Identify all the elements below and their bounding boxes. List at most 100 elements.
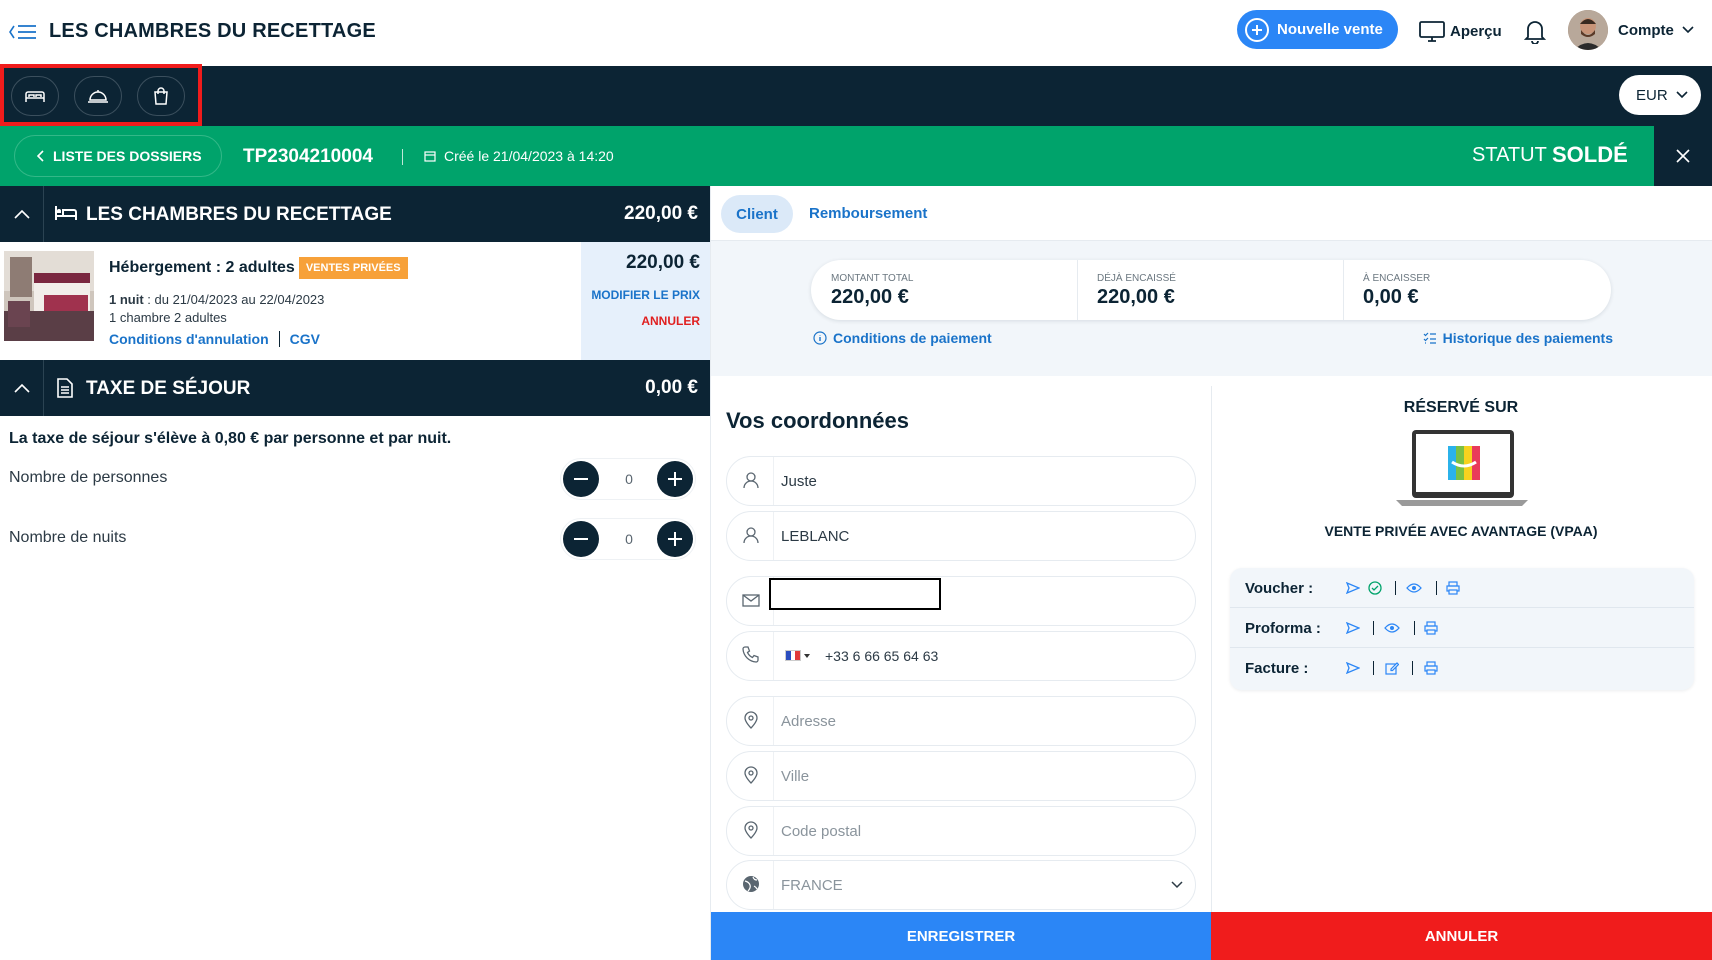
hotel-bed-button[interactable] bbox=[11, 76, 59, 116]
tab-refund[interactable]: Remboursement bbox=[809, 205, 927, 222]
save-button[interactable]: ENREGISTRER bbox=[711, 912, 1211, 960]
print-icon[interactable] bbox=[1424, 621, 1438, 635]
due-amount-value: 0,00 € bbox=[1363, 286, 1419, 308]
cancel-button[interactable]: ANNULER bbox=[1211, 912, 1712, 960]
last-name-value: LEBLANC bbox=[781, 528, 850, 545]
proforma-label: Proforma : bbox=[1245, 620, 1321, 637]
eye-icon[interactable] bbox=[1406, 582, 1422, 594]
phone-field[interactable]: +33 6 66 65 64 63 bbox=[726, 631, 1196, 681]
preview-label: Aperçu bbox=[1450, 22, 1502, 40]
country-code-selector[interactable] bbox=[785, 650, 810, 661]
location-pin-icon bbox=[741, 710, 761, 730]
separator bbox=[1414, 621, 1415, 635]
plus-circle-icon bbox=[1245, 17, 1269, 42]
monitor-icon bbox=[1418, 19, 1446, 43]
payment-history-link[interactable]: Historique des paiements bbox=[1423, 330, 1613, 346]
address-field[interactable]: Adresse bbox=[726, 696, 1196, 746]
account-label: Compte bbox=[1618, 21, 1674, 39]
due-amount-label: À ENCAISSER bbox=[1363, 273, 1431, 284]
cgv-link[interactable]: CGV bbox=[290, 331, 320, 347]
total-amount-label: MONTANT TOTAL bbox=[831, 273, 914, 284]
field-separator bbox=[773, 807, 774, 855]
check-circle-icon bbox=[1368, 581, 1382, 595]
tab-client[interactable]: Client bbox=[721, 195, 793, 233]
collected-amount-cell: DÉJÀ ENCAISSÉ 220,00 € bbox=[1097, 273, 1176, 309]
separator bbox=[1373, 621, 1374, 635]
edit-icon[interactable] bbox=[1385, 661, 1399, 675]
hotel-section-title: LES CHAMBRES DU RECETTAGE bbox=[86, 204, 392, 225]
item-price: 220,00 € bbox=[626, 252, 700, 273]
field-separator bbox=[773, 457, 774, 505]
close-folder-button[interactable] bbox=[1654, 126, 1712, 186]
product-toolbar: EUR bbox=[0, 64, 1712, 126]
increment-button[interactable] bbox=[657, 461, 693, 497]
cancel-item-link[interactable]: ANNULER bbox=[641, 314, 700, 328]
user-icon bbox=[741, 470, 761, 490]
payment-history-label: Historique des paiements bbox=[1442, 330, 1613, 346]
email-field[interactable] bbox=[726, 576, 1196, 626]
item-title: Hébergement : 2 adultes bbox=[109, 259, 295, 276]
item-price-panel: 220,00 € MODIFIER LE PRIX ANNULER bbox=[581, 242, 710, 360]
payment-conditions-link[interactable]: Conditions de paiement bbox=[813, 330, 992, 346]
send-icon[interactable] bbox=[1346, 622, 1360, 634]
first-name-value: Juste bbox=[781, 473, 817, 490]
collapse-toggle[interactable] bbox=[0, 186, 44, 242]
last-name-field[interactable]: LEBLANC bbox=[726, 511, 1196, 561]
field-separator bbox=[773, 752, 774, 800]
hotel-item: Hébergement : 2 adultes VENTES PRIVÉES 1… bbox=[0, 242, 710, 360]
field-separator bbox=[773, 632, 774, 680]
hotel-section-header[interactable]: LES CHAMBRES DU RECETTAGE 220,00 € bbox=[0, 186, 710, 242]
email-value-box[interactable] bbox=[769, 578, 941, 610]
status-label: STATUT bbox=[1472, 144, 1547, 166]
room-photo bbox=[4, 251, 94, 341]
voucher-row: Voucher : bbox=[1230, 568, 1694, 608]
send-icon[interactable] bbox=[1346, 582, 1360, 594]
top-header: LES CHAMBRES DU RECETTAGE Nouvelle vente… bbox=[0, 0, 1712, 66]
restaurant-cloche-button[interactable] bbox=[74, 76, 122, 116]
laptop-logo bbox=[1390, 428, 1534, 510]
increment-button[interactable] bbox=[657, 521, 693, 557]
folder-status-bar: LISTE DES DOSSIERS TP2304210004 Créé le … bbox=[0, 126, 1712, 186]
print-icon[interactable] bbox=[1446, 581, 1460, 595]
nights-count: 1 nuit bbox=[109, 292, 144, 307]
tax-section-header[interactable]: TAXE DE SÉJOUR 0,00 € bbox=[0, 360, 710, 416]
zip-code-placeholder: Code postal bbox=[781, 823, 862, 840]
preview-button[interactable]: Aperçu bbox=[1418, 18, 1502, 44]
city-field[interactable]: Ville bbox=[726, 751, 1196, 801]
account-menu[interactable]: Compte bbox=[1568, 10, 1694, 50]
field-separator bbox=[773, 697, 774, 745]
notifications-bell-icon[interactable] bbox=[1524, 18, 1546, 44]
voucher-label: Voucher : bbox=[1245, 580, 1314, 597]
send-icon[interactable] bbox=[1346, 662, 1360, 674]
field-separator bbox=[773, 512, 774, 560]
back-to-folders-button[interactable]: LISTE DES DOSSIERS bbox=[14, 135, 222, 177]
eye-icon[interactable] bbox=[1384, 622, 1400, 634]
collapse-toggle[interactable] bbox=[0, 360, 44, 416]
bed-icon bbox=[54, 204, 78, 222]
cancel-conditions-link[interactable]: Conditions d'annulation bbox=[109, 331, 269, 347]
phone-value: +33 6 66 65 64 63 bbox=[825, 648, 939, 664]
menu-toggle-icon[interactable] bbox=[8, 22, 38, 42]
country-select[interactable]: FRANCE bbox=[726, 860, 1196, 910]
modify-price-link[interactable]: MODIFIER LE PRIX bbox=[591, 288, 700, 302]
page-title: LES CHAMBRES DU RECETTAGE bbox=[49, 20, 376, 42]
documents-card: Voucher : Proforma : Facture : bbox=[1230, 568, 1694, 690]
tax-section-total: 0,00 € bbox=[645, 377, 698, 398]
collected-amount-label: DÉJÀ ENCAISSÉ bbox=[1097, 273, 1176, 284]
chevron-up-icon bbox=[13, 383, 30, 393]
zip-code-field[interactable]: Code postal bbox=[726, 806, 1196, 856]
currency-selector[interactable]: EUR bbox=[1619, 75, 1701, 115]
new-sale-button[interactable]: Nouvelle vente bbox=[1237, 10, 1398, 49]
france-flag-icon bbox=[785, 650, 801, 661]
contact-title: Vos coordonnées bbox=[726, 408, 909, 433]
print-icon[interactable] bbox=[1424, 661, 1438, 675]
info-icon bbox=[813, 331, 827, 345]
checklist-icon bbox=[1423, 331, 1437, 345]
item-links: Conditions d'annulation CGV bbox=[109, 331, 320, 347]
hotel-section-total: 220,00 € bbox=[624, 203, 698, 224]
item-title-row: Hébergement : 2 adultes VENTES PRIVÉES bbox=[109, 257, 408, 279]
separator bbox=[1395, 581, 1396, 595]
shopping-bag-button[interactable] bbox=[137, 76, 185, 116]
first-name-field[interactable]: Juste bbox=[726, 456, 1196, 506]
cloche-icon bbox=[87, 88, 109, 104]
